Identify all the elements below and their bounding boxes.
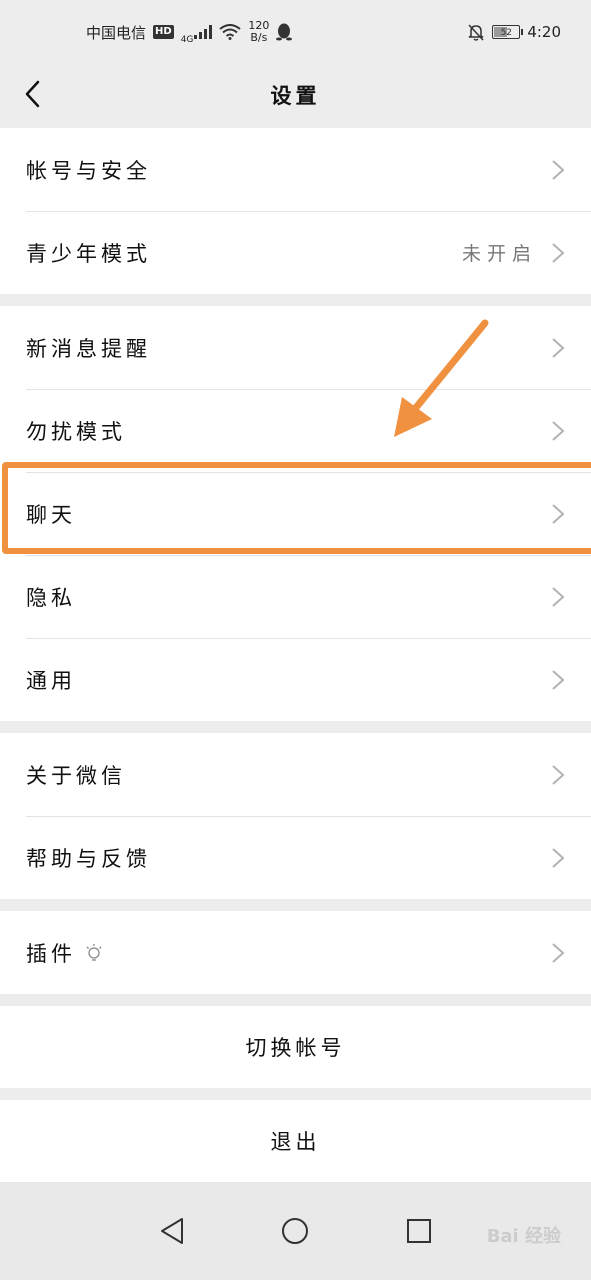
qq-penguin-icon <box>276 23 293 41</box>
row-label: 关于微信 <box>26 763 126 788</box>
chevron-right-icon <box>551 942 565 964</box>
settings-group: 新消息提醒 勿扰模式 聊天 隐私 通用 <box>0 306 591 721</box>
signal-icon <box>194 25 213 39</box>
nav-back-button[interactable] <box>152 1211 192 1251</box>
about-group: 关于微信 帮助与反馈 <box>0 733 591 899</box>
status-right: 52 4:20 <box>467 23 561 41</box>
row-label: 帐号与安全 <box>26 158 151 183</box>
row-label: 通用 <box>26 668 76 693</box>
row-label: 青少年模式 <box>26 241 151 266</box>
chevron-right-icon <box>551 503 565 525</box>
battery-icon: 52 <box>492 25 524 39</box>
switch-account-label: 切换帐号 <box>245 1036 346 1060</box>
chevron-right-icon <box>551 764 565 786</box>
back-button[interactable] <box>14 76 50 112</box>
row-label: 隐私 <box>26 585 76 610</box>
carrier-name: 中国电信 <box>86 23 147 42</box>
speed-unit: B/s <box>250 31 268 44</box>
chevron-right-icon <box>551 669 565 691</box>
recents-square-icon <box>407 1219 432 1243</box>
switch-account-button[interactable]: 切换帐号 <box>0 1006 591 1088</box>
chevron-right-icon <box>551 847 565 869</box>
network-type: 4G <box>180 35 194 45</box>
teen-mode-status: 未开启 <box>461 243 537 265</box>
chevron-right-icon <box>551 420 565 442</box>
row-do-not-disturb[interactable]: 勿扰模式 <box>0 389 591 472</box>
row-general[interactable]: 通用 <box>0 638 591 721</box>
plugins-group: 插件 <box>0 911 591 994</box>
row-label: 聊天 <box>26 502 76 527</box>
logout-label: 退出 <box>270 1130 321 1154</box>
row-label: 新消息提醒 <box>26 336 151 361</box>
row-label: 插件 <box>26 941 76 966</box>
status-left: 中国电信 HD 4G 120 B/s <box>86 19 293 45</box>
chevron-right-icon <box>551 337 565 359</box>
nav-home-button[interactable] <box>275 1211 315 1251</box>
home-circle-icon <box>282 1218 309 1244</box>
nav-recents-button[interactable] <box>399 1211 439 1251</box>
row-help-feedback[interactable]: 帮助与反馈 <box>0 816 591 899</box>
hd-badge: HD <box>153 25 174 39</box>
row-label: 帮助与反馈 <box>26 846 151 871</box>
clock: 4:20 <box>527 23 561 41</box>
row-chat[interactable]: 聊天 <box>0 472 591 555</box>
mute-bell-icon <box>468 24 484 41</box>
row-privacy[interactable]: 隐私 <box>0 555 591 638</box>
chevron-right-icon <box>551 159 565 181</box>
chevron-right-icon <box>551 242 565 264</box>
row-plugins[interactable]: 插件 <box>0 911 591 994</box>
row-label: 勿扰模式 <box>26 419 126 444</box>
page-title: 设置 <box>270 84 321 108</box>
status-bar: 中国电信 HD 4G 120 B/s 52 4:20 <box>0 0 591 64</box>
logout-button[interactable]: 退出 <box>0 1100 591 1182</box>
chevron-left-icon <box>25 80 40 108</box>
row-account-security[interactable]: 帐号与安全 <box>0 128 591 211</box>
chevron-right-icon <box>551 586 565 608</box>
row-about-wechat[interactable]: 关于微信 <box>0 733 591 816</box>
row-new-message-notification[interactable]: 新消息提醒 <box>0 306 591 389</box>
row-label-wrap: 插件 <box>26 938 551 968</box>
baidu-watermark: Bai 经验 <box>486 1226 561 1247</box>
lightbulb-icon <box>86 943 102 961</box>
row-teen-mode[interactable]: 青少年模式 未开启 <box>0 211 591 294</box>
nav-header: 设置 <box>0 64 591 126</box>
network-speed: 120 B/s <box>248 20 269 44</box>
battery-level: 52 <box>500 28 513 38</box>
wifi-icon <box>219 24 242 40</box>
back-triangle-icon <box>160 1218 183 1244</box>
account-group: 帐号与安全 青少年模式 未开启 <box>0 128 591 294</box>
